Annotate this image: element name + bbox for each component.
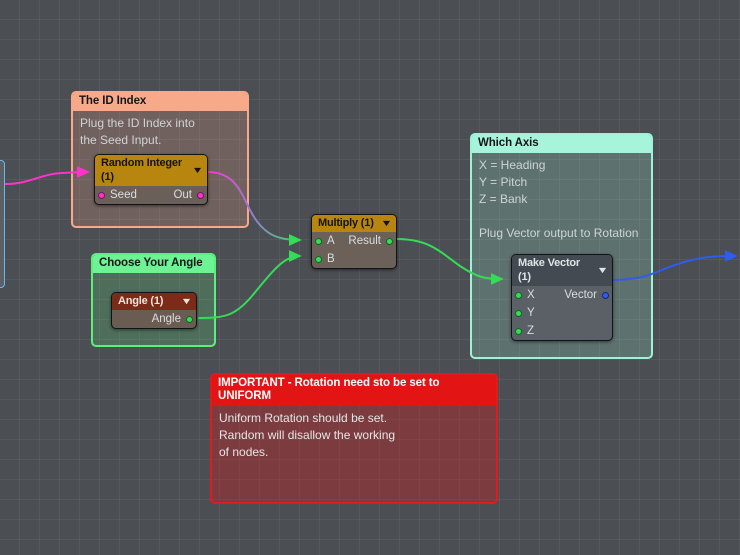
group-title-choose-your-angle: Choose Your Angle [93, 255, 214, 273]
chevron-down-icon[interactable]: ▼ [597, 265, 609, 275]
port-dot-a[interactable] [315, 237, 322, 245]
group-body-which-axis: X = Heading Y = Pitch Z = Bank Plug Vect… [472, 153, 651, 246]
group-note-blank-line [479, 208, 644, 225]
port-label-b: B [327, 253, 335, 265]
port-row-angle-out: Angle [112, 310, 196, 328]
port-label-y: Y [527, 307, 535, 319]
port-dot-vector[interactable] [602, 291, 609, 299]
node-angle[interactable]: Angle (1) ▼ Angle [111, 292, 197, 329]
port-dot-y[interactable] [515, 309, 522, 317]
node-body-random-integer: Seed Out [95, 186, 207, 204]
group-note-line: X = Heading [479, 158, 546, 172]
group-note-line: Z = Bank [479, 192, 528, 206]
node-title-angle: Angle (1) [118, 295, 164, 307]
group-note-line: Plug the ID Index into [80, 116, 195, 130]
node-body-multiply: A Result B [312, 232, 396, 268]
group-note-line: Random will disallow the working [219, 428, 396, 442]
group-body-important-warning: Uniform Rotation should be set. Random w… [212, 406, 496, 465]
port-label-angle: Angle [151, 313, 181, 325]
node-multiply[interactable]: Multiply (1) ▼ A Result B [311, 214, 397, 269]
port-row-y: Y [512, 304, 612, 322]
port-label-x: X [527, 289, 535, 301]
node-header-make-vector[interactable]: Make Vector (1) ▼ [512, 255, 612, 286]
node-title-multiply: Multiply (1) [318, 217, 374, 229]
port-row-z: Z [512, 322, 612, 340]
group-note-line: Y = Pitch [479, 175, 528, 189]
port-dot-b[interactable] [315, 255, 322, 263]
offscreen-node-left-edge[interactable] [0, 160, 5, 288]
node-title-make-vector: Make Vector (1) [518, 257, 581, 283]
port-label-result: Result [348, 235, 381, 247]
node-header-angle[interactable]: Angle (1) ▼ [112, 293, 196, 310]
group-title-which-axis: Which Axis [472, 135, 651, 153]
node-make-vector[interactable]: Make Vector (1) ▼ X Vector Y Z [511, 254, 613, 341]
group-title-important-warning: IMPORTANT - Rotation need sto be set to … [212, 375, 496, 406]
group-body-the-id-index: Plug the ID Index into the Seed Input. [73, 111, 247, 153]
port-row-seed-out: Seed Out [95, 186, 207, 204]
port-dot-seed[interactable] [98, 191, 105, 199]
port-label-a: A [327, 235, 335, 247]
group-note-line: Plug Vector output to Rotation [479, 226, 639, 240]
port-dot-angle[interactable] [186, 315, 193, 323]
chevron-down-icon[interactable]: ▼ [192, 165, 204, 175]
node-header-random-integer[interactable]: Random Integer (1) ▼ [95, 155, 207, 186]
port-label-z: Z [527, 325, 535, 337]
port-dot-result[interactable] [386, 237, 393, 245]
group-note-line: Uniform Rotation should be set. [219, 411, 388, 425]
node-body-make-vector: X Vector Y Z [512, 286, 612, 340]
group-note-line: the Seed Input. [80, 133, 162, 147]
node-title-random-integer: Random Integer (1) [101, 157, 182, 183]
group-title-the-id-index: The ID Index [73, 93, 247, 111]
port-label-out: Out [173, 189, 192, 201]
group-important-warning[interactable]: IMPORTANT - Rotation need sto be set to … [210, 373, 498, 504]
port-label-vector: Vector [564, 289, 597, 301]
port-dot-out[interactable] [197, 191, 204, 199]
port-label-seed: Seed [110, 189, 137, 201]
node-random-integer[interactable]: Random Integer (1) ▼ Seed Out [94, 154, 208, 205]
port-row-x-vector: X Vector [512, 286, 612, 304]
port-dot-z[interactable] [515, 327, 522, 335]
chevron-down-icon[interactable]: ▼ [181, 296, 193, 306]
chevron-down-icon[interactable]: ▼ [381, 218, 393, 228]
group-note-line: of nodes. [219, 445, 269, 459]
port-row-a-result: A Result [312, 232, 396, 250]
port-dot-x[interactable] [515, 291, 522, 299]
node-body-angle: Angle [112, 310, 196, 328]
node-graph-canvas[interactable]: The ID Index Plug the ID Index into the … [0, 0, 740, 555]
port-row-b: B [312, 250, 396, 268]
node-header-multiply[interactable]: Multiply (1) ▼ [312, 215, 396, 232]
